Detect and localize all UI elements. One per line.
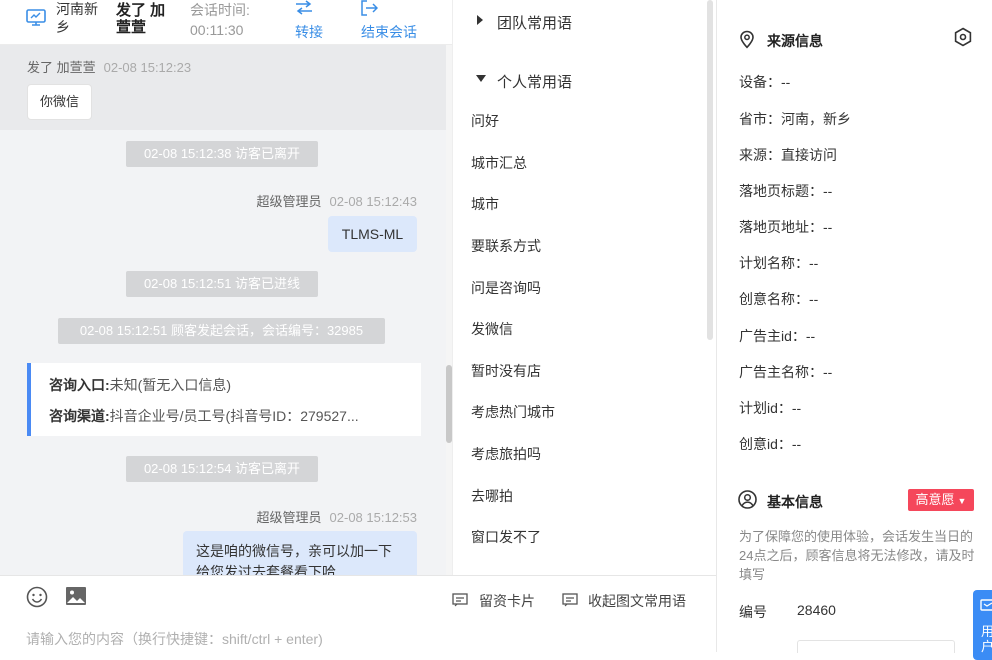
system-notice: 02-08 15:12:38 访客已离开 xyxy=(126,141,318,167)
number-value: 28460 xyxy=(797,602,836,618)
phrase-item[interactable]: 问好 xyxy=(471,111,499,131)
consult-channel-value: 抖音企业号/员工号(抖音号ID：279527... xyxy=(109,408,359,424)
message-input[interactable]: 请输入您的内容（换行快捷键：shift/ctrl + enter) xyxy=(26,629,323,649)
chat-icon xyxy=(980,599,992,611)
phrase-item[interactable]: 问是咨询吗 xyxy=(471,278,541,298)
message-sender: 超级管理员 xyxy=(256,510,322,525)
source-field: 落地页地址：-- xyxy=(739,219,833,235)
consult-channel-row: 咨询渠道:抖音企业号/员工号(抖音号ID：279527... xyxy=(49,406,359,426)
end-session-button[interactable]: 结束会话 xyxy=(358,0,428,42)
session-time-label: 会话时间: xyxy=(190,2,250,18)
message-sender: 超级管理员 xyxy=(256,194,322,209)
source-field: 来源：直接访问 xyxy=(739,147,837,163)
agent-message-bubble: 这是咱的微信号，亲可以加一下 给您发过去套餐看下哈 xyxy=(183,531,417,575)
float-user-button[interactable]: 用户 xyxy=(973,590,992,660)
caret-down-icon: ▼ xyxy=(957,496,967,506)
end-session-label: 结束会话 xyxy=(361,24,417,40)
phrase-item[interactable]: 要联系方式 xyxy=(471,236,541,256)
caret-down-icon xyxy=(476,75,486,82)
image-icon[interactable] xyxy=(65,586,87,606)
message-time: 02-08 15:12:23 xyxy=(103,60,192,75)
agent-message-line: 给您发过去套餐看下哈 xyxy=(196,564,336,575)
composer: 留资卡片 收起图文常用语 请输入您的内容（换行快捷键：shift/ctrl + … xyxy=(0,575,716,653)
consult-channel-label: 咨询渠道: xyxy=(49,408,110,424)
phrases-panel: 团队常用语 个人常用语 问好 城市汇总 城市 要联系方式 问是咨询吗 发微信 暂… xyxy=(452,0,717,575)
consult-entry-label: 咨询入口: xyxy=(49,377,110,393)
smile-icon[interactable] xyxy=(26,586,48,608)
consult-entry-row: 咨询入口:未知(暂无入口信息) xyxy=(49,375,231,395)
source-field: 创意名称：-- xyxy=(739,291,819,307)
phrase-item[interactable]: 城市汇总 xyxy=(471,153,527,173)
agent-message-line: 这是咱的微信号，亲可以加一下 xyxy=(196,543,392,559)
float-user-label: 用户 xyxy=(981,624,992,654)
basic-info-title: 基本信息 xyxy=(767,494,823,510)
system-notice: 02-08 15:12:51 顾客发起会话，会话编号：32985 xyxy=(58,318,385,344)
number-label: 编号 xyxy=(739,604,767,620)
consult-info-card: 咨询入口:未知(暂无入口信息) 咨询渠道:抖音企业号/员工号(抖音号ID：279… xyxy=(27,363,421,436)
chat-header: 河南新乡 发了 加萱萱 会话时间: 00:11:30 转接 结束会话 xyxy=(0,0,452,45)
intent-dropdown[interactable]: 高意愿 ▼ xyxy=(908,489,974,511)
source-field: 计划id：-- xyxy=(739,400,802,416)
personal-phrases-label: 个人常用语 xyxy=(497,74,573,91)
phrase-item[interactable]: 去哪拍 xyxy=(471,486,513,506)
message-meta: 超级管理员 02-08 15:12:53 xyxy=(257,507,417,526)
source-field: 落地页标题：-- xyxy=(739,183,833,199)
phrase-item[interactable]: 考虑旅拍吗 xyxy=(471,444,541,464)
source-field: 广告主名称：-- xyxy=(739,364,833,380)
team-phrases-label: 团队常用语 xyxy=(497,15,573,32)
source-field: 设备：-- xyxy=(739,74,791,90)
phrase-item[interactable]: 发微信 xyxy=(471,319,513,339)
info-input-field[interactable] xyxy=(797,640,955,653)
chat-panel: 河南新乡 发了 加萱萱 会话时间: 00:11:30 转接 结束会话 发了 加萱… xyxy=(0,0,452,652)
system-notice: 02-08 15:12:51 访客已进线 xyxy=(126,271,318,297)
leave-card-label: 留资卡片 xyxy=(479,593,535,609)
transfer-icon xyxy=(294,0,314,16)
phrase-item[interactable]: 窗口发不了 xyxy=(471,527,541,547)
system-notice: 02-08 15:12:54 访客已离开 xyxy=(126,456,318,482)
caret-right-icon xyxy=(477,15,483,25)
phrase-item[interactable]: 城市 xyxy=(471,194,499,214)
edit-notice: 为了保障您的使用体验，会话发生当日的24点之后，顾客信息将无法修改，请及时填写 xyxy=(739,529,975,582)
intent-label: 高意愿 xyxy=(915,492,955,507)
source-field: 创意id：-- xyxy=(739,436,802,452)
location-pin-icon xyxy=(739,30,755,49)
message-meta: 发了 加萱萱 02-08 15:12:23 xyxy=(27,57,191,76)
transfer-label: 转接 xyxy=(295,24,323,40)
transfer-button[interactable]: 转接 xyxy=(290,0,332,42)
phrase-item[interactable]: 考虑热门城市 xyxy=(471,402,555,422)
source-field: 广告主id：-- xyxy=(739,328,816,344)
collapse-phrases-label: 收起图文常用语 xyxy=(588,593,686,609)
settings-hex-icon[interactable] xyxy=(953,27,973,47)
user-circle-icon xyxy=(738,490,757,509)
message-sender: 发了 加萱萱 xyxy=(27,60,96,75)
message-meta: 超级管理员 02-08 15:12:43 xyxy=(257,191,417,210)
consult-entry-value: 未知(暂无入口信息) xyxy=(109,377,231,393)
source-field: 省市：河南，新乡 xyxy=(739,111,851,127)
customer-info-panel: 来源信息 设备：-- 省市：河南，新乡 来源：直接访问 落地页标题：-- 落地页… xyxy=(716,0,992,660)
card-icon xyxy=(452,593,468,607)
source-field: 计划名称：-- xyxy=(739,255,819,271)
message-list[interactable]: 发了 加萱萱 02-08 15:12:23 你微信 02-08 15:12:38 … xyxy=(0,45,446,575)
phrases-scrollbar[interactable] xyxy=(707,0,713,340)
agent-message-bubble: TLMS-ML xyxy=(328,216,417,252)
exit-icon xyxy=(360,0,378,16)
visitor-location: 河南新乡 xyxy=(56,1,98,35)
monitor-icon xyxy=(26,9,46,27)
message-time: 02-08 15:12:43 xyxy=(329,194,417,209)
visitor-name: 发了 加萱萱 xyxy=(116,2,166,36)
visitor-message-block: 发了 加萱萱 02-08 15:12:23 你微信 xyxy=(0,45,446,130)
phrase-item[interactable]: 暂时没有店 xyxy=(471,361,541,381)
visitor-message-bubble: 你微信 xyxy=(27,84,93,120)
source-info-title: 来源信息 xyxy=(767,33,823,49)
session-time: 00:11:30 xyxy=(190,22,244,38)
message-time: 02-08 15:12:53 xyxy=(329,510,417,525)
message-icon xyxy=(562,593,578,607)
